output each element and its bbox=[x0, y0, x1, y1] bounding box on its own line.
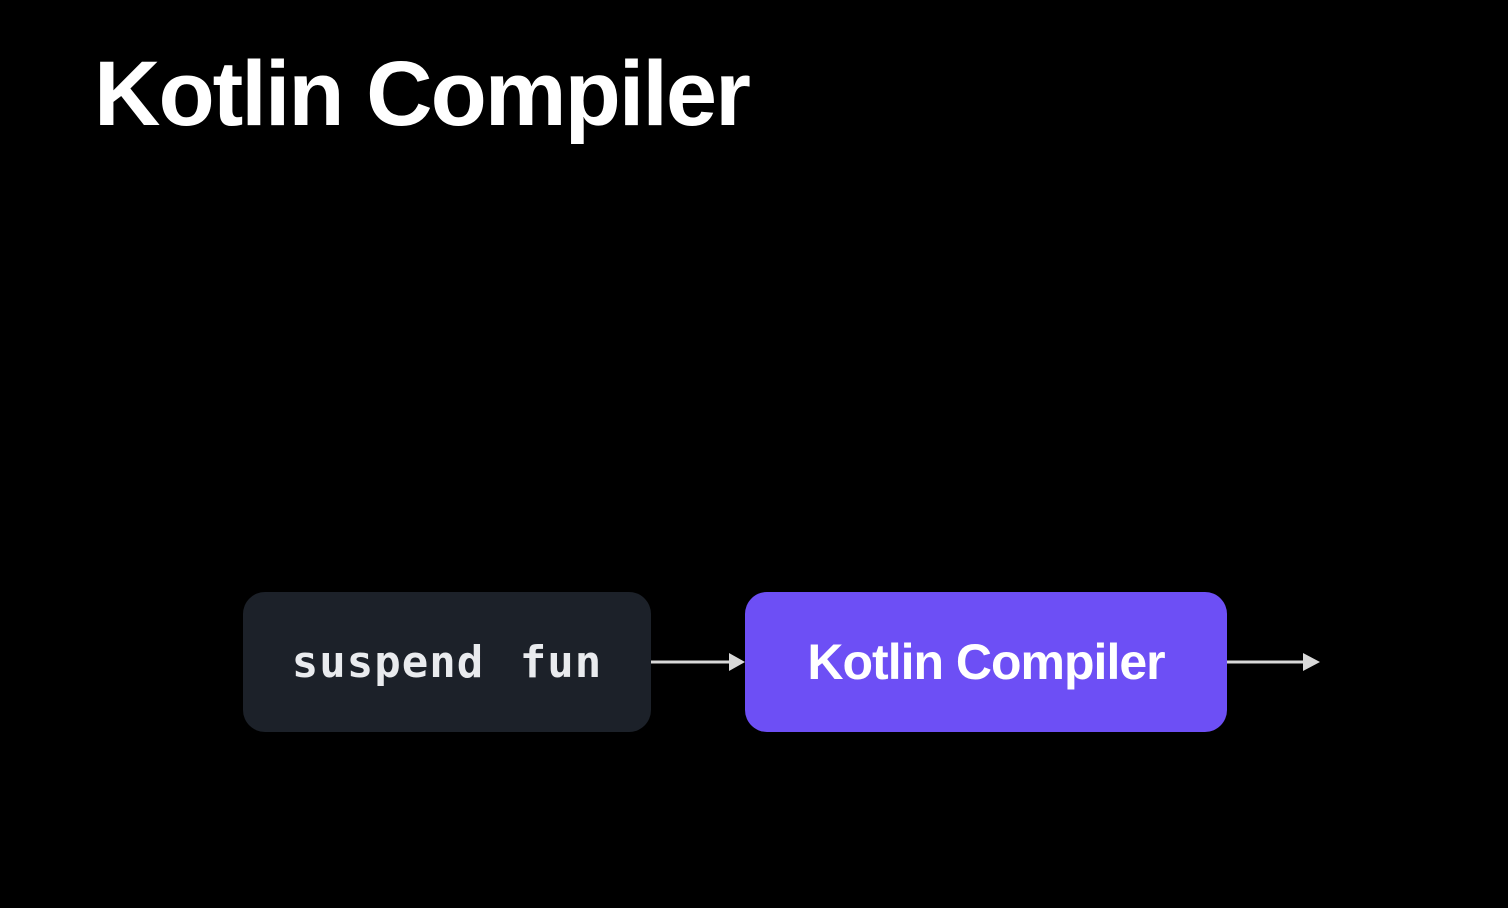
suspend-fun-label: suspend fun bbox=[291, 636, 603, 688]
kotlin-compiler-node: Kotlin Compiler bbox=[745, 592, 1227, 732]
arrow-right-icon bbox=[651, 653, 745, 671]
slide-title: Kotlin Compiler bbox=[94, 43, 751, 145]
output-arrow-icon bbox=[1227, 653, 1320, 671]
suspend-fun-node: suspend fun bbox=[243, 592, 651, 732]
kotlin-compiler-label: Kotlin Compiler bbox=[807, 634, 1165, 690]
